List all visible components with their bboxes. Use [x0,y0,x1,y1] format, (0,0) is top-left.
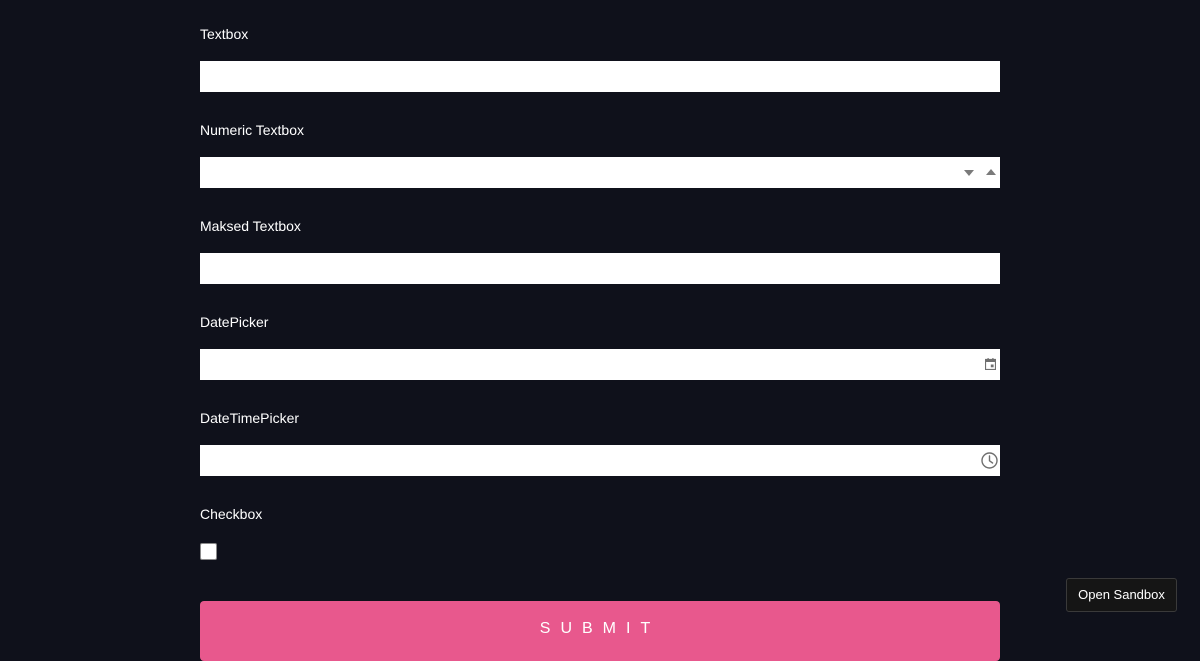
submit-button[interactable]: SUBMIT [200,601,1000,661]
numeric-textbox-label: Numeric Textbox [200,122,305,138]
masked-textbox-field-wrapper [200,253,1000,284]
masked-textbox-input[interactable] [200,253,1000,284]
clock-icon[interactable] [980,451,999,470]
masked-textbox-label: Maksed Textbox [200,218,301,234]
checkbox[interactable] [200,543,217,560]
textbox-input[interactable] [200,61,1000,92]
calendar-icon[interactable] [985,358,996,370]
textbox-label: Textbox [200,26,249,42]
datepicker-label: DatePicker [200,314,269,330]
numeric-textbox-input[interactable] [200,157,1000,188]
numeric-textbox-field-wrapper [200,157,1000,188]
datetimepicker-label: DateTimePicker [200,410,300,426]
datepicker-input[interactable] [200,349,1000,380]
chevron-down-icon[interactable] [964,170,974,176]
open-sandbox-button[interactable]: Open Sandbox [1066,578,1177,612]
datetimepicker-input[interactable] [200,445,1000,476]
checkbox-label: Checkbox [200,506,263,522]
datetimepicker-field-wrapper [200,445,1000,476]
textbox-field-wrapper [200,61,1000,92]
chevron-up-icon[interactable] [986,169,996,175]
datepicker-field-wrapper [200,349,1000,380]
